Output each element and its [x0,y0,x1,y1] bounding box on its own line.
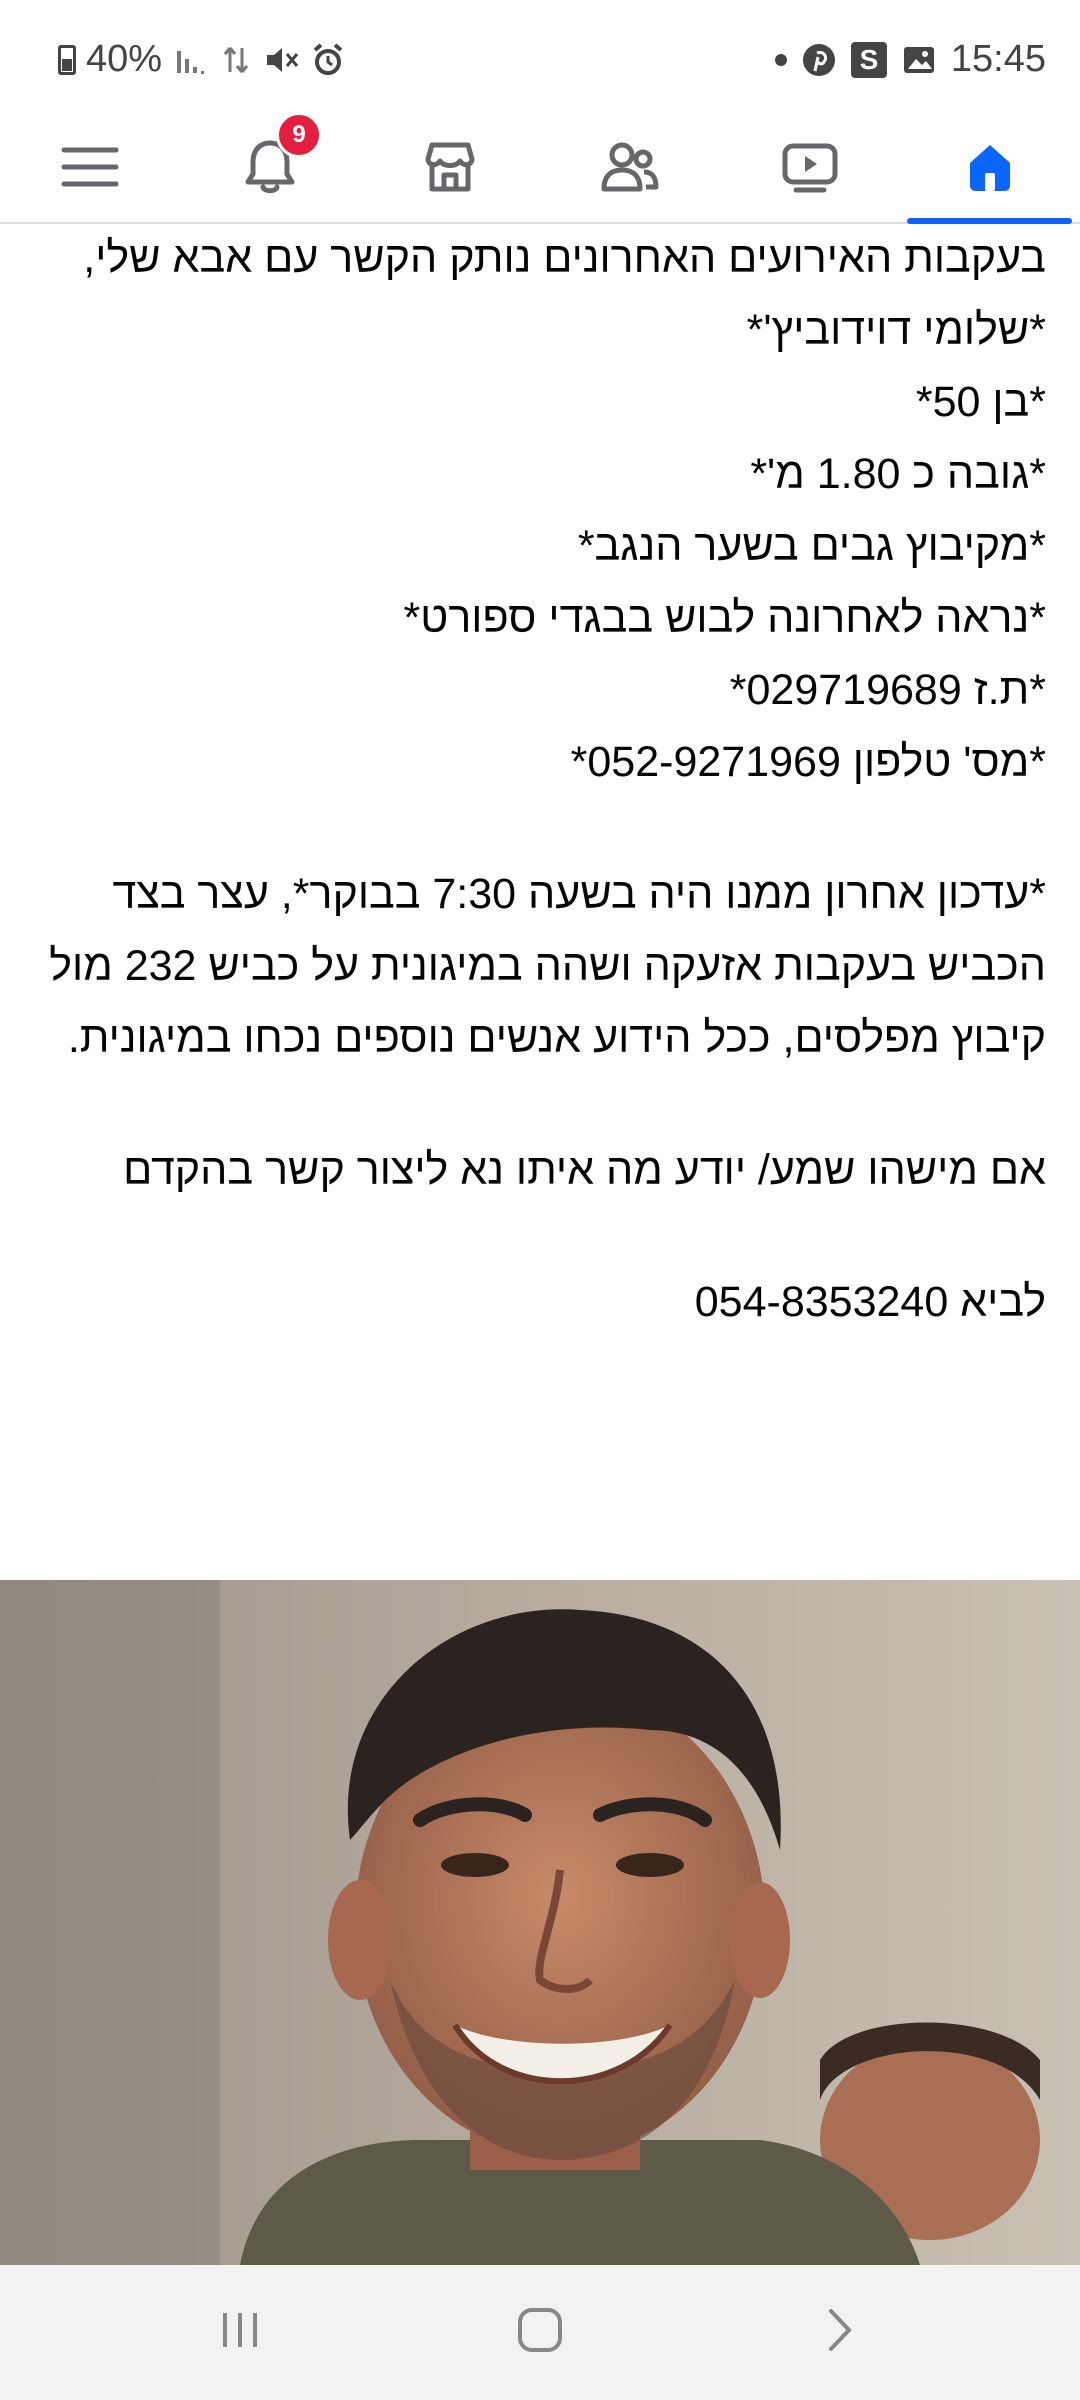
post-photo[interactable] [0,1580,1080,2265]
pinterest-icon [801,42,837,78]
post-line: *שלומי דוידוביץ'* [746,306,1046,354]
mute-icon [264,42,300,78]
video-button[interactable] [750,112,870,222]
notifications-button[interactable]: 9 [210,112,330,222]
post-line: בעקבות האירועים האחרונים נותק הקשר עם אב… [83,234,1046,282]
request-paragraph: אם מישהו שמע/ יודע מה איתו נא ליצור קשר … [123,1146,1046,1194]
video-icon [782,143,838,193]
battery-icon [58,44,76,75]
s-app-icon: S [850,41,887,78]
clock: 15:45 [950,38,1046,80]
post-text: בעקבות האירועים האחרונים נותק הקשר עם אב… [36,222,1046,1338]
marketplace-icon [425,142,475,192]
post-line: *נראה לאחרונה לבוש בבגדי ספורט* [403,594,1046,642]
status-left: 40% [58,38,346,81]
status-right: S 15:45 [774,38,1046,81]
home-system-button[interactable] [495,2295,585,2365]
recent-apps-icon [223,2313,257,2347]
top-nav-bar: 9 [0,112,1080,224]
home-icon [970,145,1010,191]
update-paragraph: *עדכון אחרון ממנו היה בשעה 7:30 בבוקר*, … [49,870,1046,1062]
recent-apps-button[interactable] [195,2295,285,2365]
post-line: *גובה כ 1.80 מ'* [750,450,1046,498]
gallery-icon [901,42,937,78]
person-photo-image [0,1580,1080,2265]
home-square-icon [518,2308,562,2352]
system-nav-bar [0,2265,1080,2400]
home-button[interactable] [930,112,1050,222]
signal-icon [172,42,208,78]
menu-button[interactable] [30,112,150,222]
post-line: *ת.ז 029719689* [729,666,1046,714]
friends-icon [601,142,659,192]
post-line: *מקיבוץ גבים בשער הנגב* [577,522,1046,570]
data-arrows-icon [218,42,254,78]
marketplace-button[interactable] [390,112,510,222]
alarm-icon [310,42,346,78]
back-button[interactable] [795,2295,885,2365]
post-line: *בן 50* [915,378,1046,426]
battery-level: 40% [86,38,163,80]
chevron-right-icon [829,2309,852,2351]
notification-dot-icon [774,53,787,66]
status-bar: 40% S 15:45 [0,0,1080,120]
post-line: *מס' טלפון 052-9271969* [570,738,1046,786]
contact-line: לביא 054-8353240 [694,1278,1046,1326]
menu-icon [61,147,119,187]
friends-button[interactable] [570,112,690,222]
notification-count-badge: 9 [276,112,322,158]
